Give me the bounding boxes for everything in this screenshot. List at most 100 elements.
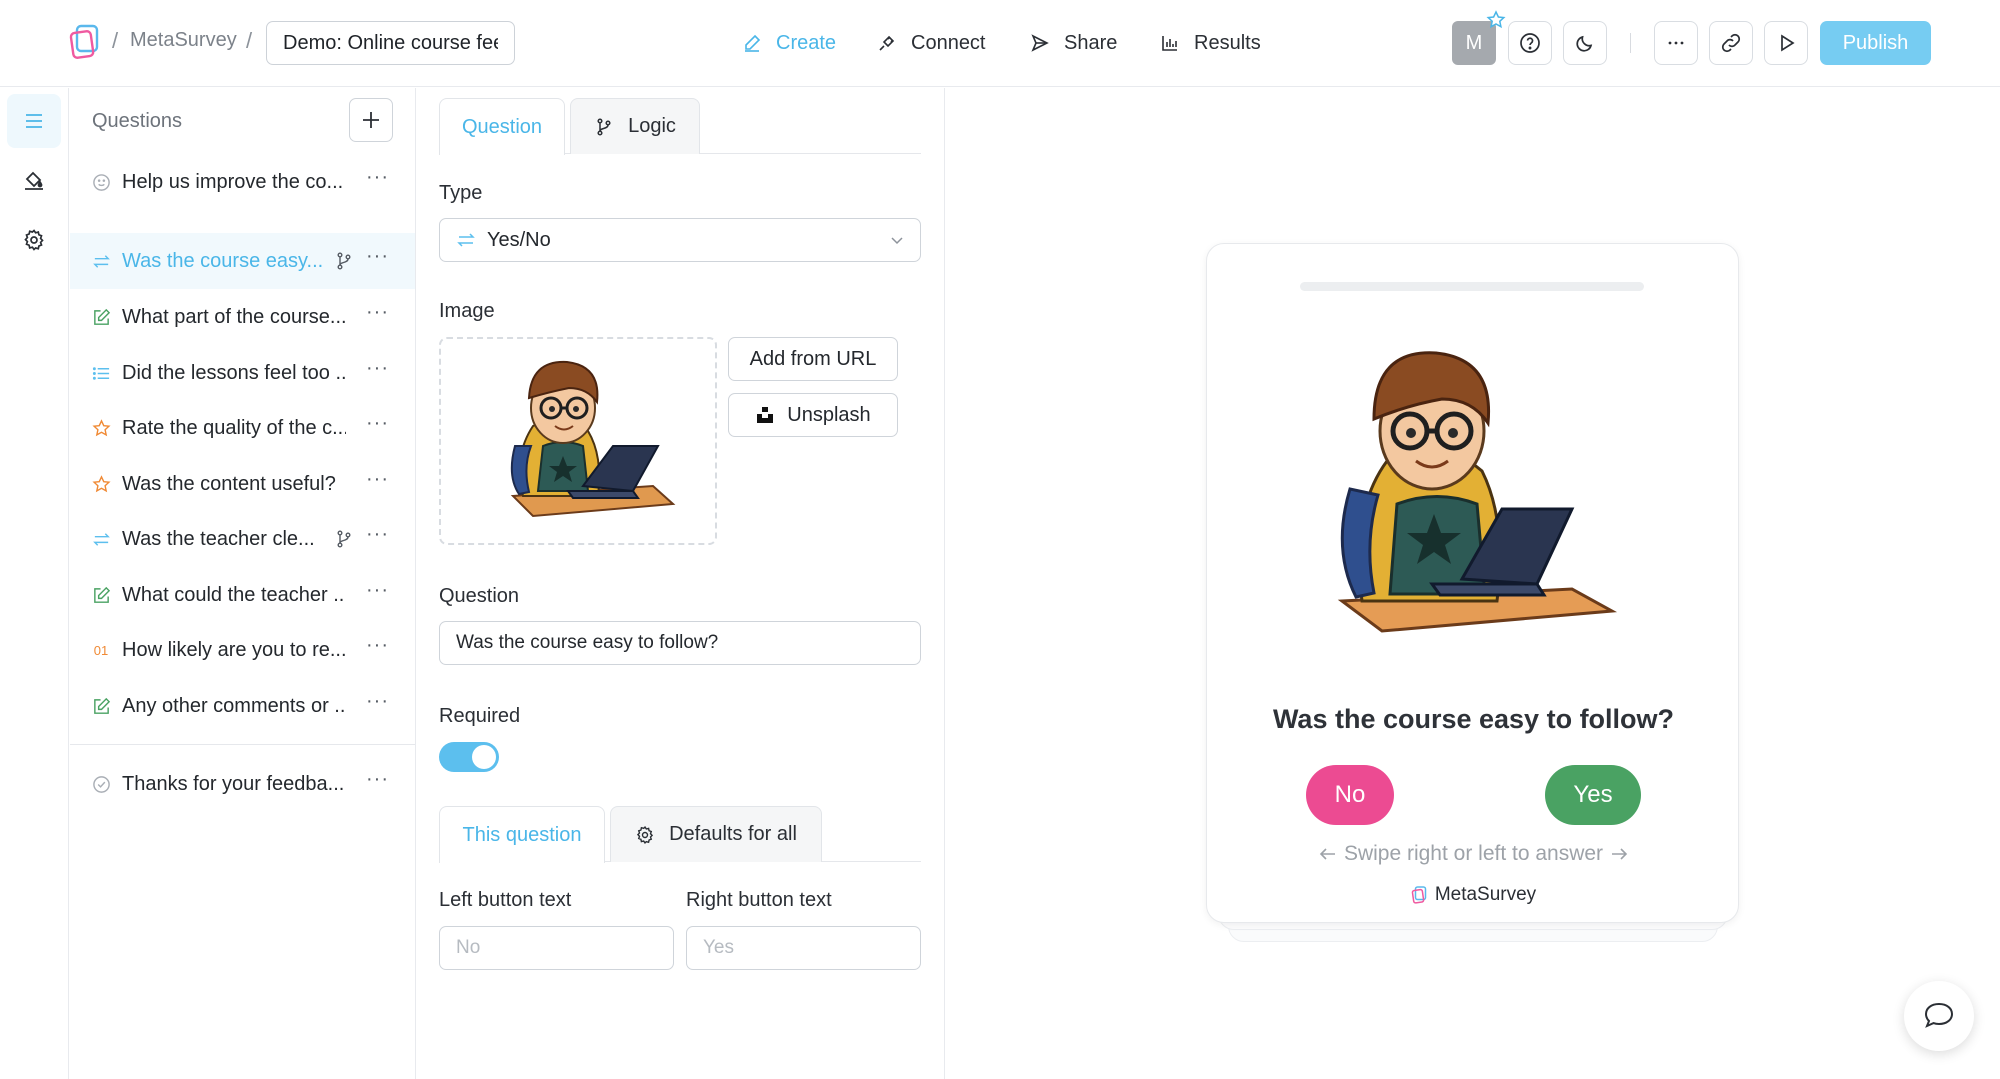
left-rail <box>0 88 69 1079</box>
rail-design-button[interactable] <box>7 153 61 207</box>
more-icon[interactable]: ··· <box>366 167 388 192</box>
question-item-ending[interactable]: Thanks for your feedba... ··· <box>70 756 415 812</box>
rail-settings-button[interactable] <box>7 213 61 267</box>
more-icon[interactable]: ··· <box>366 524 388 549</box>
nav-create[interactable]: Create <box>742 22 836 64</box>
nav-results-label: Results <box>1194 31 1261 54</box>
swipe-hint: Swipe right or left to answer <box>1207 842 1740 866</box>
rail-questions-button[interactable] <box>7 94 61 148</box>
question-text-input[interactable] <box>439 621 921 665</box>
tab-this-question[interactable]: This question <box>439 806 605 863</box>
bar-chart-icon <box>1162 36 1177 51</box>
question-editor: Question Logic Type Yes/No Image Add fro… <box>417 88 945 1079</box>
left-button-text-input[interactable] <box>439 926 674 970</box>
question-item-label: What could the teacher ... <box>122 583 346 606</box>
more-icon[interactable]: ··· <box>366 246 388 271</box>
help-button[interactable] <box>1508 21 1552 65</box>
tab-logic[interactable]: Logic <box>570 98 700 154</box>
nav-connect[interactable]: Connect <box>877 22 986 64</box>
required-label: Required <box>439 705 521 727</box>
swipe-hint-text: Swipe right or left to answer <box>1343 842 1604 865</box>
question-item[interactable]: Help us improve the co... ··· <box>70 154 415 210</box>
plug-icon <box>879 35 895 51</box>
plus-icon <box>363 112 379 128</box>
question-item-label: Was the teacher cle... <box>122 527 315 550</box>
menu-icon <box>26 114 42 128</box>
unsplash-label: Unsplash <box>787 403 871 426</box>
more-options-button[interactable] <box>1654 21 1698 65</box>
gear-icon <box>24 229 44 251</box>
link-icon <box>1721 33 1741 53</box>
type-label: Type <box>439 182 483 204</box>
arrow-right-icon <box>1612 848 1628 860</box>
copy-link-button[interactable] <box>1709 21 1753 65</box>
paint-bucket-icon <box>25 171 43 190</box>
button-settings-tabs: This question Defaults for all <box>439 806 921 863</box>
list-divider <box>70 744 415 745</box>
question-item[interactable]: What could the teacher ... ··· <box>70 567 415 623</box>
questions-title: Questions <box>92 110 183 132</box>
metasurvey-branding[interactable]: MetaSurvey <box>1207 884 1740 906</box>
student-laptop-illustration <box>1337 351 1618 633</box>
nav-share[interactable]: Share <box>1030 22 1117 64</box>
image-label: Image <box>439 300 495 322</box>
question-image-dropzone[interactable] <box>439 337 717 545</box>
metasurvey-logo-icon[interactable] <box>68 24 104 60</box>
unsplash-button[interactable]: Unsplash <box>728 393 898 437</box>
more-icon[interactable]: ··· <box>366 413 388 438</box>
left-button-text-label: Left button text <box>439 889 572 911</box>
add-from-url-button[interactable]: Add from URL <box>728 337 898 381</box>
nav-results[interactable]: Results <box>1160 22 1261 64</box>
preview-button[interactable] <box>1764 21 1808 65</box>
question-item[interactable]: Was the teacher cle... ··· <box>70 511 415 567</box>
tab-defaults-for-all[interactable]: Defaults for all <box>610 806 822 862</box>
brand-name: MetaSurvey <box>1434 884 1537 905</box>
moon-icon <box>1576 35 1593 52</box>
git-branch-icon <box>337 530 351 548</box>
play-icon <box>1781 34 1795 52</box>
add-question-button[interactable] <box>349 98 393 142</box>
chat-button[interactable] <box>1904 981 1974 1051</box>
question-item-label: Thanks for your feedba... <box>122 772 345 795</box>
more-horizontal-icon <box>1668 41 1684 45</box>
question-item-label: What part of the course... <box>122 305 346 328</box>
nav-share-label: Share <box>1064 31 1118 54</box>
publish-button[interactable]: Publish <box>1820 21 1931 65</box>
more-icon[interactable]: ··· <box>366 469 388 494</box>
star-icon <box>91 474 111 494</box>
question-item-label: Was the course easy... <box>122 249 324 272</box>
question-item[interactable]: What part of the course... ··· <box>70 289 415 345</box>
nav-create-label: Create <box>776 31 837 54</box>
more-icon[interactable]: ··· <box>366 580 388 605</box>
arrows-icon <box>457 233 475 247</box>
more-icon[interactable]: ··· <box>366 358 388 383</box>
arrow-left-icon <box>1319 848 1335 860</box>
breadcrumb-app-name[interactable]: MetaSurvey <box>130 29 237 52</box>
question-item[interactable]: 01 How likely are you to re... ··· <box>70 622 415 678</box>
more-icon[interactable]: ··· <box>366 302 388 327</box>
answer-yes-button[interactable]: Yes <box>1545 765 1641 825</box>
more-icon[interactable]: ··· <box>366 691 388 716</box>
edit-icon <box>91 696 111 716</box>
arrows-icon <box>91 251 111 271</box>
star-icon <box>91 418 111 438</box>
tab-question[interactable]: Question <box>439 98 565 155</box>
dark-mode-button[interactable] <box>1563 21 1607 65</box>
question-item-label: Any other comments or ... <box>122 694 346 717</box>
question-item[interactable]: Rate the quality of the c... ··· <box>70 400 415 456</box>
right-button-text-input[interactable] <box>686 926 921 970</box>
pencil-icon <box>745 34 761 52</box>
more-icon[interactable]: ··· <box>366 635 388 660</box>
question-item[interactable]: Was the content useful? ··· <box>70 456 415 512</box>
question-item[interactable]: Did the lessons feel too ... ··· <box>70 345 415 401</box>
more-icon[interactable]: ··· <box>366 769 388 794</box>
chevron-down-icon <box>891 237 903 245</box>
question-type-select[interactable]: Yes/No <box>439 218 921 262</box>
answer-no-button[interactable]: No <box>1306 765 1394 825</box>
survey-name-input[interactable] <box>266 21 515 65</box>
question-type-value: Yes/No <box>487 228 551 251</box>
question-item-active[interactable]: Was the course easy... ··· <box>70 233 415 289</box>
required-toggle[interactable] <box>439 742 499 772</box>
git-branch-icon <box>337 252 351 270</box>
question-item[interactable]: Any other comments or ... ··· <box>70 678 415 734</box>
